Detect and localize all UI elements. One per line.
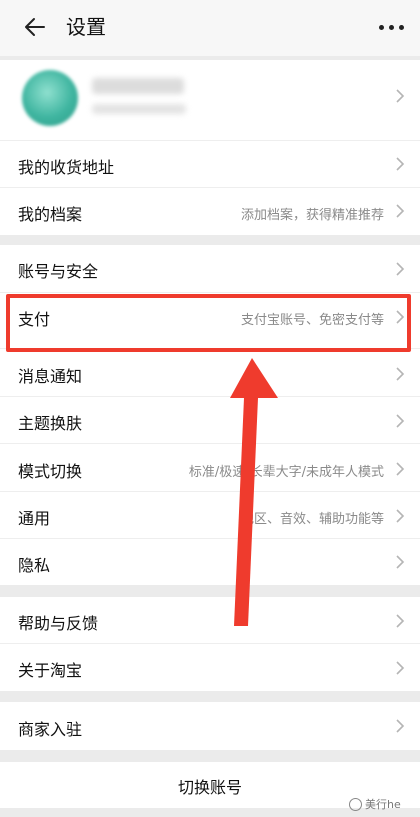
settings-row-notifications[interactable]: 消息通知	[0, 349, 420, 397]
chevron-right-icon	[396, 462, 405, 476]
settings-row-general[interactable]: 通用 地区、音效、辅助功能等	[0, 492, 420, 539]
row-label: 消息通知	[18, 367, 83, 386]
chevron-right-icon	[396, 157, 405, 171]
row-label: 账号与安全	[18, 262, 99, 281]
settings-row-privacy[interactable]: 隐私	[0, 539, 420, 585]
top-bar: 设置	[0, 0, 420, 56]
watermark-icon	[349, 797, 362, 811]
settings-row-theme[interactable]: 主题换肤	[0, 397, 420, 444]
blurred-username	[92, 78, 184, 94]
row-hint: 地区、音效、辅助功能等	[240, 512, 384, 527]
settings-row-about[interactable]: 关于淘宝	[0, 644, 420, 691]
row-hint: 添加档案，获得精准推荐	[240, 208, 384, 223]
row-label: 隐私	[18, 556, 51, 575]
row-label: 主题换肤	[18, 414, 83, 433]
chevron-right-icon	[396, 719, 405, 733]
back-arrow-icon[interactable]	[22, 14, 48, 40]
settings-row-mode[interactable]: 模式切换 标准/极速/长辈大字/未成年人模式	[0, 444, 420, 492]
settings-row-account-security[interactable]: 账号与安全	[0, 245, 420, 293]
chevron-right-icon	[396, 367, 405, 381]
more-icon[interactable]	[379, 25, 404, 30]
row-label: 模式切换	[18, 462, 83, 481]
chevron-right-icon	[396, 89, 405, 103]
settings-row-address[interactable]: 我的收货地址	[0, 141, 420, 188]
highlight-box	[6, 294, 411, 352]
page-title: 设置	[66, 15, 106, 39]
chevron-right-icon	[396, 204, 405, 218]
row-label: 商家入驻	[18, 720, 83, 739]
row-hint: 标准/极速/长辈大字/未成年人模式	[188, 465, 384, 480]
settings-row-merchant[interactable]: 商家入驻	[0, 702, 420, 750]
row-label: 通用	[18, 509, 51, 528]
chevron-right-icon	[396, 262, 405, 276]
row-label: 帮助与反馈	[18, 614, 99, 633]
chevron-right-icon	[396, 555, 405, 569]
blurred-user-info	[92, 104, 186, 114]
watermark-text: 美行he	[365, 798, 401, 811]
chevron-right-icon	[396, 414, 405, 428]
settings-row-archive[interactable]: 我的档案 添加档案，获得精准推荐	[0, 188, 420, 235]
row-label: 我的收货地址	[18, 158, 115, 177]
avatar[interactable]	[22, 70, 78, 126]
chevron-right-icon	[396, 614, 405, 628]
chevron-right-icon	[396, 661, 405, 675]
watermark: 美行he	[349, 796, 401, 812]
settings-row-help-feedback[interactable]: 帮助与反馈	[0, 597, 420, 644]
row-label: 关于淘宝	[18, 661, 83, 680]
switch-account-label: 切换账号	[177, 778, 242, 797]
chevron-right-icon	[396, 509, 405, 523]
row-label: 我的档案	[18, 205, 83, 224]
